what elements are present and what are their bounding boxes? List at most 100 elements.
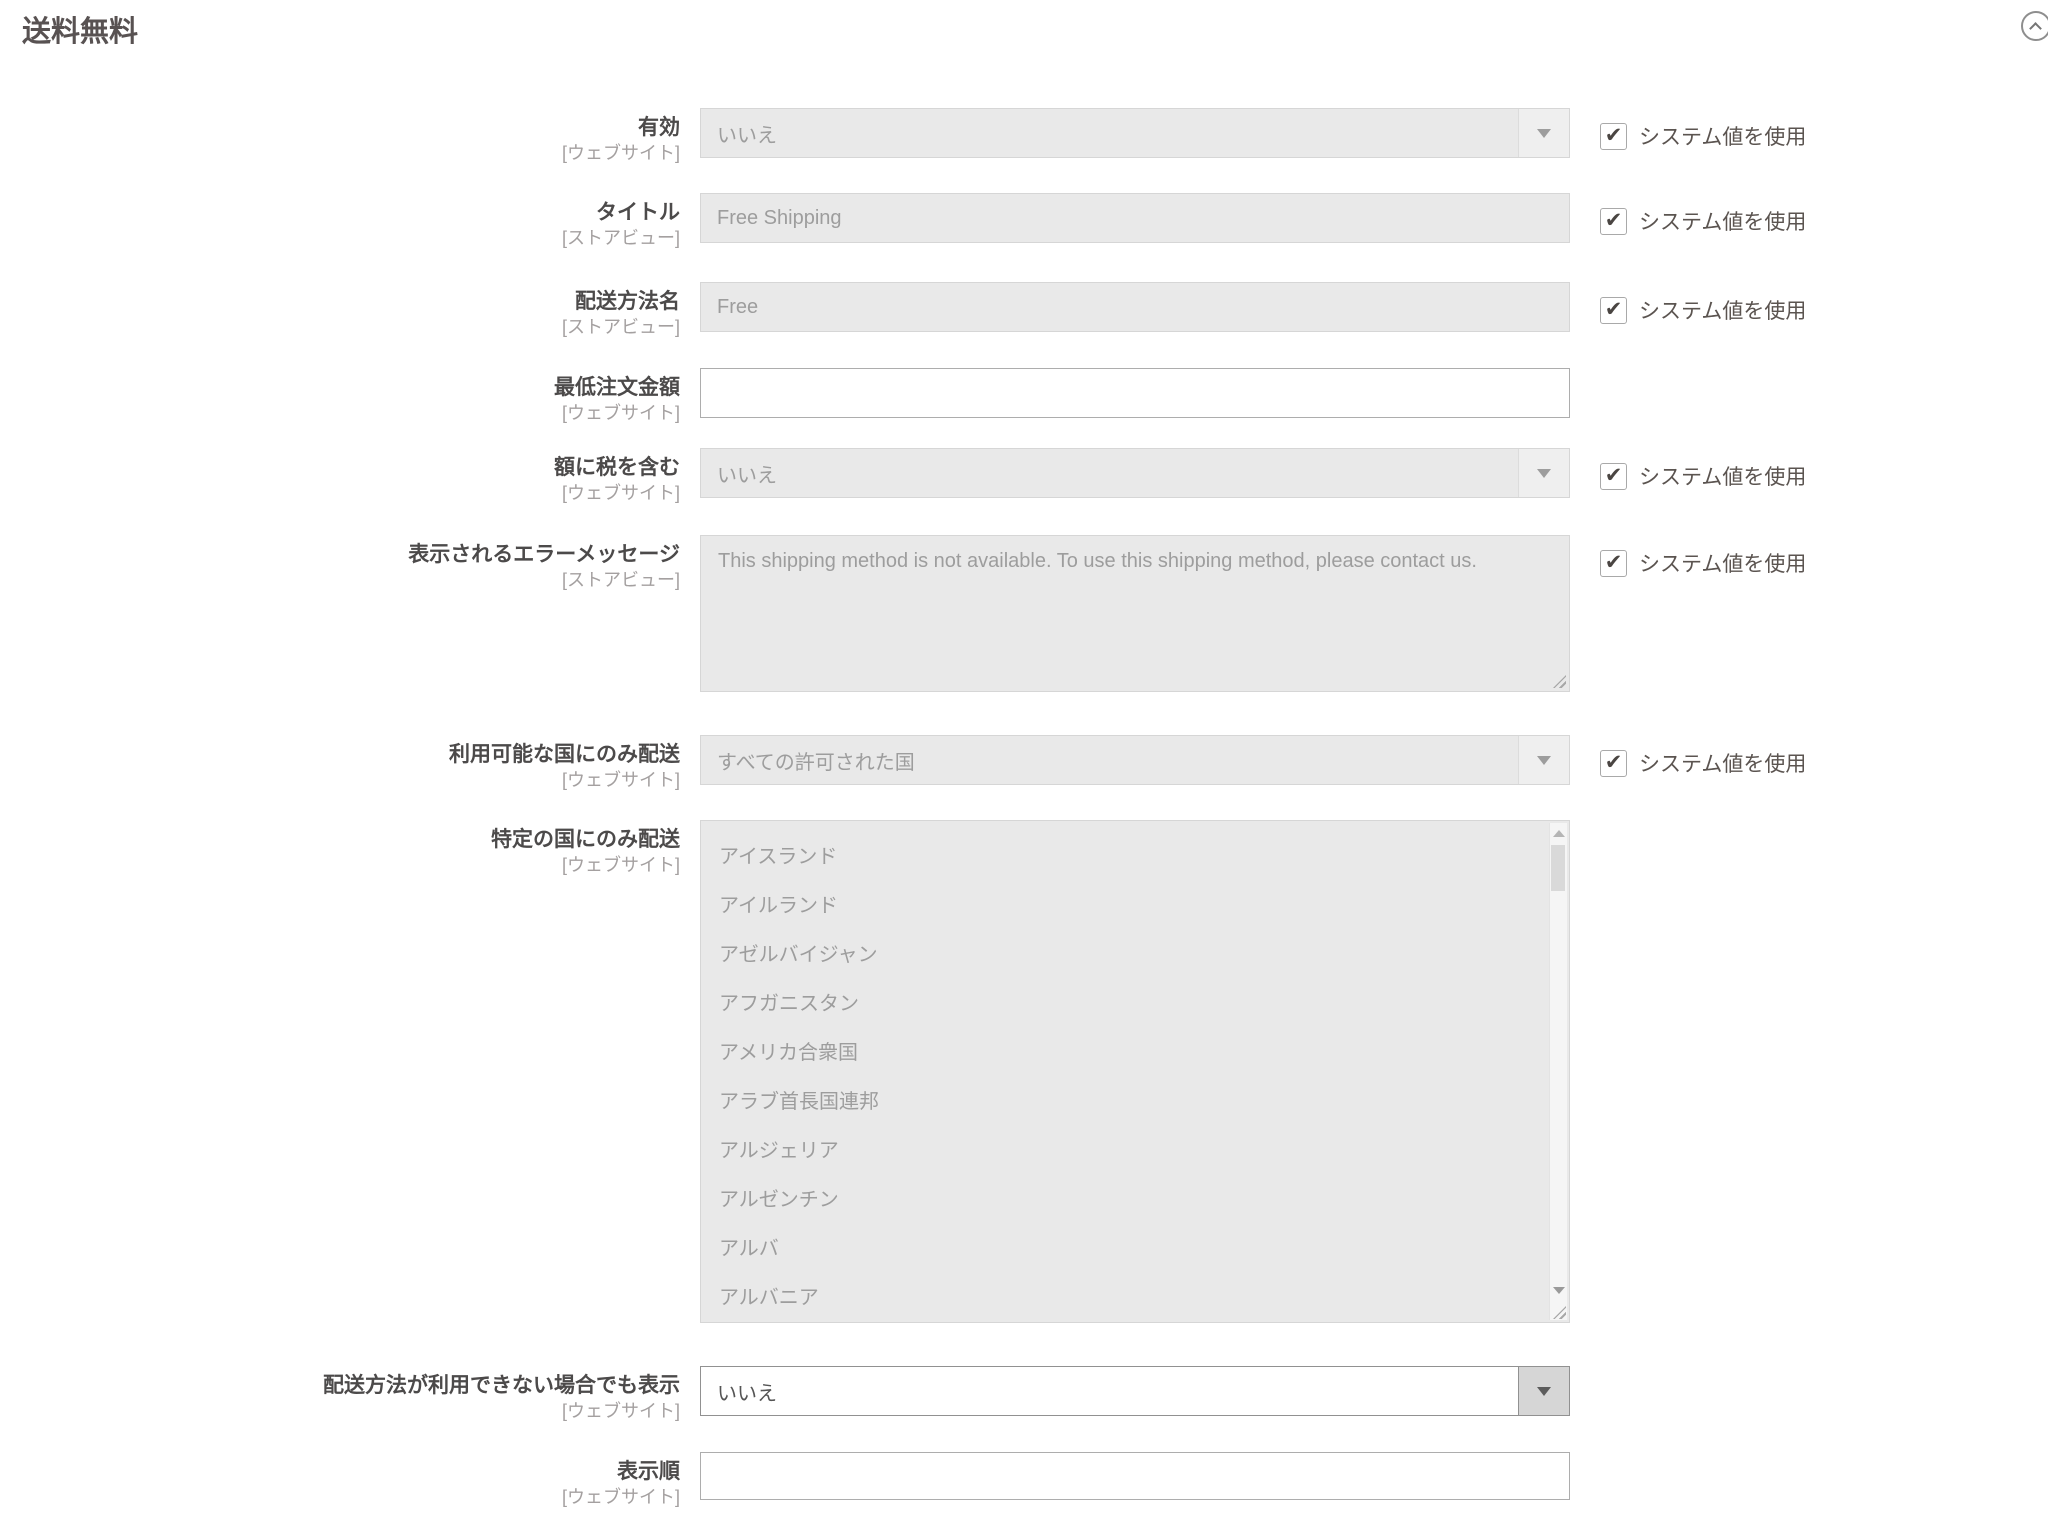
field-scope-label: [ストアビュー] [0,226,680,250]
resize-handle[interactable] [1553,675,1566,688]
field-scope-label: [ウェブサイト] [0,853,680,877]
multiselect-option: アメリカ合衆国 [701,1029,1569,1078]
use-system-value-checkbox[interactable]: ✔ [1600,550,1627,577]
select-value: いいえ [701,109,1518,157]
multiselect-option: アゼルバイジャン [701,931,1569,980]
field-scope-label: [ストアビュー] [0,315,680,339]
field-label-block: タイトル [ストアビュー] [0,193,680,250]
use-system-value-label: システム値を使用 [1639,748,1806,778]
field-label: 配送方法が利用できない場合でも表示 [0,1372,680,1399]
ship-applicable-countries-select: すべての許可された国 [700,735,1570,785]
field-label-block: 最低注文金額 [ウェブサイト] [0,368,680,425]
check-icon: ✔ [1605,552,1623,573]
form-row-specific-countries: 特定の国にのみ配送 [ウェブサイト] アイスランド アイルランド アゼルバイジャ… [0,820,1570,1323]
scroll-down-icon[interactable] [1553,1287,1565,1294]
use-system-value: ✔ システム値を使用 [1600,448,1806,491]
field-scope-label: [ウェブサイト] [0,401,680,425]
form-row-carriers-active: 有効 [ウェブサイト] いいえ ✔ システム値を使用 [0,108,1806,165]
use-system-value-label: システム値を使用 [1639,295,1806,325]
field-label-block: 有効 [ウェブサイト] [0,108,680,165]
check-icon: ✔ [1605,210,1623,231]
select-value: いいえ [701,1367,1518,1415]
sort-order-input[interactable] [700,1452,1570,1500]
multiselect-option: アラブ首長国連邦 [701,1078,1569,1127]
use-system-value-checkbox[interactable]: ✔ [1600,750,1627,777]
chevron-down-icon [1518,1367,1569,1415]
multiselect-option: アルバ [701,1225,1569,1274]
scrollbar[interactable] [1549,823,1567,1320]
field-label: タイトル [0,199,680,226]
select-value: すべての許可された国 [701,736,1518,784]
form-row-sort-order: 表示順 [ウェブサイト] [0,1452,1570,1509]
check-icon: ✔ [1605,125,1623,146]
field-label: 特定の国にのみ配送 [0,826,680,853]
use-system-value-label: システム値を使用 [1639,206,1806,236]
field-label-block: 配送方法名 [ストアビュー] [0,282,680,339]
use-system-value: ✔ システム値を使用 [1600,108,1806,151]
use-system-value: ✔ システム値を使用 [1600,193,1806,236]
chevron-down-icon [1518,449,1569,497]
form-row-method-name: 配送方法名 [ストアビュー] ✔ システム値を使用 [0,282,1806,339]
show-if-not-applicable-select[interactable]: いいえ [700,1366,1570,1416]
use-system-value-checkbox[interactable]: ✔ [1600,208,1627,235]
field-label: 表示順 [0,1458,680,1485]
use-system-value: ✔ システム値を使用 [1600,282,1806,325]
field-label: 利用可能な国にのみ配送 [0,741,680,768]
multiselect-option: アルジェリア [701,1127,1569,1176]
specific-countries-multiselect: アイスランド アイルランド アゼルバイジャン アフガニスタン アメリカ合衆国 ア… [700,820,1570,1323]
chevron-down-icon [1518,109,1569,157]
textarea-text: This shipping method is not available. T… [718,550,1477,572]
field-label: 額に税を含む [0,454,680,481]
page-title: 送料無料 [22,8,138,50]
field-scope-label: [ウェブサイト] [0,1399,680,1423]
form-row-ship-applicable-countries: 利用可能な国にのみ配送 [ウェブサイト] すべての許可された国 ✔ システム値を… [0,735,1806,792]
error-message-textarea: This shipping method is not available. T… [700,535,1570,692]
field-scope-label: [ウェブサイト] [0,768,680,792]
field-scope-label: [ウェブサイト] [0,481,680,505]
field-scope-label: [ウェブサイト] [0,141,680,165]
use-system-value-label: システム値を使用 [1639,121,1806,151]
select-value: いいえ [701,449,1518,497]
form-row-error-message: 表示されるエラーメッセージ [ストアビュー] This shipping met… [0,535,1806,692]
use-system-value: ✔ システム値を使用 [1600,535,1806,578]
use-system-value-checkbox[interactable]: ✔ [1600,463,1627,490]
shipping-method-settings-page: { "page": { "title": "送料無料" }, "icons": … [0,0,2048,1516]
field-scope-label: [ストアビュー] [0,568,680,592]
use-system-value-checkbox[interactable]: ✔ [1600,123,1627,150]
field-label: 配送方法名 [0,288,680,315]
check-icon: ✔ [1605,465,1623,486]
field-label-block: 利用可能な国にのみ配送 [ウェブサイト] [0,735,680,792]
field-label: 表示されるエラーメッセージ [0,541,680,568]
form-row-title: タイトル [ストアビュー] ✔ システム値を使用 [0,193,1806,250]
check-icon: ✔ [1605,752,1623,773]
use-system-value: ✔ システム値を使用 [1600,735,1806,778]
field-label-block: 表示順 [ウェブサイト] [0,1452,680,1509]
field-label-block: 配送方法が利用できない場合でも表示 [ウェブサイト] [0,1366,680,1423]
multiselect-option: アイスランド [701,833,1569,882]
field-scope-label: [ウェブサイト] [0,1485,680,1509]
multiselect-option: アフガニスタン [701,980,1569,1029]
chevron-up-icon [2029,22,2042,35]
use-system-value-label: システム値を使用 [1639,461,1806,491]
collapse-section-button[interactable] [2021,11,2048,41]
field-label-block: 表示されるエラーメッセージ [ストアビュー] [0,535,680,592]
form-row-include-tax: 額に税を含む [ウェブサイト] いいえ ✔ システム値を使用 [0,448,1806,505]
scrollbar-thumb[interactable] [1551,845,1565,891]
title-input [700,193,1570,243]
use-system-value-label: システム値を使用 [1639,548,1806,578]
method-name-input [700,282,1570,332]
scroll-up-icon[interactable] [1553,830,1565,837]
form-row-min-order-amount: 最低注文金額 [ウェブサイト] [0,368,1570,425]
multiselect-option: アルゼンチン [701,1176,1569,1225]
chevron-down-icon [1518,736,1569,784]
field-label-block: 額に税を含む [ウェブサイト] [0,448,680,505]
field-label-block: 特定の国にのみ配送 [ウェブサイト] [0,820,680,877]
use-system-value-checkbox[interactable]: ✔ [1600,297,1627,324]
form-row-show-if-not-applicable: 配送方法が利用できない場合でも表示 [ウェブサイト] いいえ [0,1366,1570,1423]
field-label: 有効 [0,114,680,141]
check-icon: ✔ [1605,299,1623,320]
min-order-amount-input[interactable] [700,368,1570,418]
multiselect-option: アイルランド [701,882,1569,931]
field-label: 最低注文金額 [0,374,680,401]
enabled-select: いいえ [700,108,1570,158]
